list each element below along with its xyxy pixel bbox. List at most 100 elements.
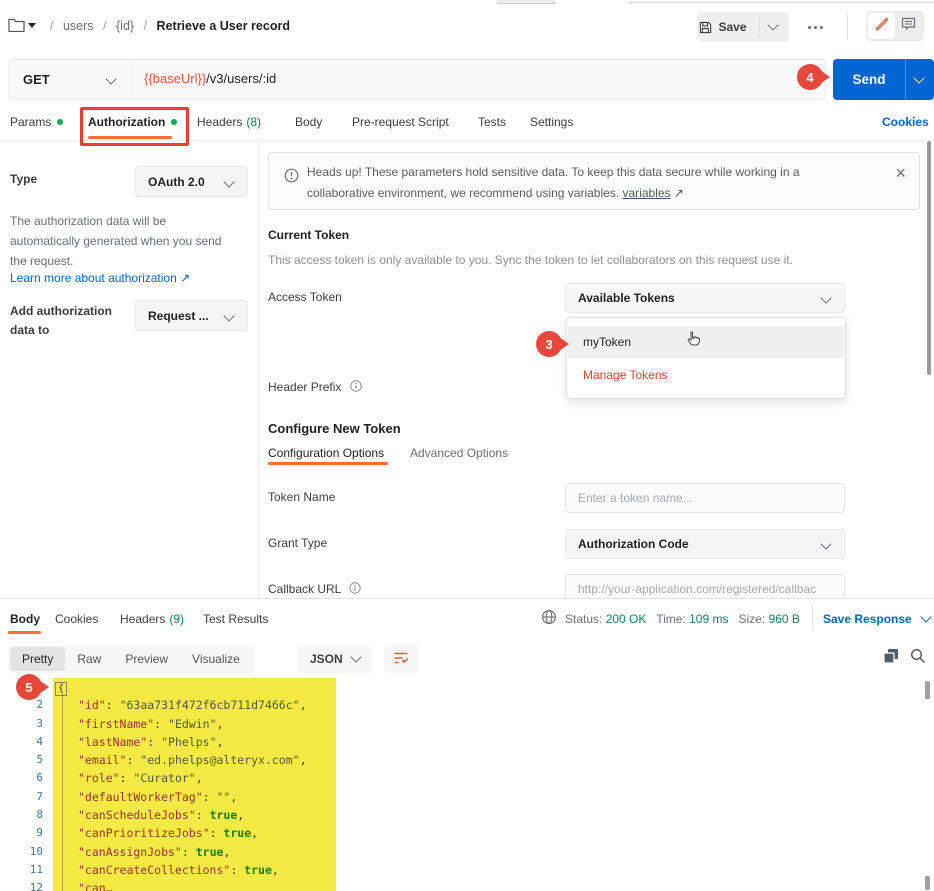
response-json-line: 11"canCreateCollections": true,: [0, 861, 934, 879]
tab-tests[interactable]: Tests: [478, 115, 506, 129]
wrap-lines-icon: [393, 650, 409, 669]
format-select[interactable]: JSON: [298, 645, 372, 673]
response-json-line: 12"can…: [0, 879, 934, 891]
available-tokens-select[interactable]: Available Tokens: [565, 283, 845, 313]
code-indent-guide: [62, 692, 63, 891]
view-tab-raw[interactable]: Raw: [65, 647, 113, 671]
tab-params[interactable]: Params: [10, 115, 63, 129]
copy-icon[interactable]: [883, 648, 899, 669]
response-panel-border: [0, 598, 934, 599]
response-tab-body[interactable]: Body: [10, 612, 40, 626]
response-meta: Status: 200 OK Time: 109 ms Size: 960 B: [565, 612, 800, 626]
response-meta-divider: [812, 606, 813, 631]
learn-more-link[interactable]: Learn more about authorization ↗: [10, 271, 190, 285]
token-dropdown-manage-tokens[interactable]: Manage Tokens: [568, 359, 844, 391]
folder-caret-icon[interactable]: [28, 23, 36, 28]
configuration-options-underline: [268, 462, 388, 465]
panel-divider: [258, 141, 259, 598]
pencil-icon: [874, 16, 889, 36]
breadcrumb: / users / {id} / Retrieve a User record: [44, 19, 290, 33]
callback-url-input[interactable]: [565, 574, 845, 598]
tab-headers[interactable]: Headers(8): [197, 115, 261, 129]
search-icon[interactable]: [910, 648, 926, 669]
method-chevron-icon: [105, 73, 116, 84]
globe-icon: [541, 609, 557, 630]
comment-button[interactable]: [895, 13, 922, 39]
response-json-line: 9"canPrioritizeJobs": true,: [0, 824, 934, 842]
tab-pre-request-script[interactable]: Pre-request Script: [352, 115, 449, 129]
tab-settings[interactable]: Settings: [530, 115, 573, 129]
response-json-line: 10"canAssignJobs": true,: [0, 843, 934, 861]
breadcrumb-separator: /: [50, 19, 53, 33]
format-chevron-icon: [350, 651, 361, 662]
folder-icon[interactable]: [8, 17, 25, 37]
response-scrollbar-thumb-bottom[interactable]: [925, 876, 930, 890]
response-scrollbar-thumb-top[interactable]: [925, 681, 930, 699]
annotation-step-4: 4: [797, 64, 823, 90]
tab-body[interactable]: Body: [295, 115, 322, 129]
banner-close-icon[interactable]: ×: [895, 163, 906, 184]
url-input[interactable]: {{baseUrl}}/v3/users/:id: [144, 71, 276, 86]
response-view-tabs: Pretty Raw Preview Visualize: [8, 645, 254, 673]
send-button-label: Send: [833, 72, 905, 87]
more-actions-button[interactable]: [798, 14, 832, 40]
save-response-button[interactable]: Save Response: [823, 612, 930, 626]
url-path: /v3/users/:id: [206, 71, 276, 86]
response-tab-headers[interactable]: Headers(9): [120, 612, 184, 626]
current-token-title: Current Token: [268, 228, 349, 242]
view-tab-visualize[interactable]: Visualize: [180, 647, 252, 671]
method-label: GET: [23, 72, 50, 87]
save-button-label: Save: [718, 20, 746, 34]
response-json-line: 6"role": "Curator",: [0, 769, 934, 787]
configure-new-token-title: Configure New Token: [268, 421, 401, 436]
status-value: 200 OK: [606, 612, 647, 626]
send-chevron-icon[interactable]: [913, 72, 924, 83]
token-name-label: Token Name: [268, 490, 335, 504]
response-json-line: 8"canScheduleJobs": true,: [0, 806, 934, 824]
method-select[interactable]: GET: [9, 60, 131, 99]
auth-type-select[interactable]: OAuth 2.0: [135, 166, 248, 197]
grant-type-select[interactable]: Authorization Code: [565, 529, 845, 559]
response-body-underline: [8, 631, 41, 634]
view-tab-preview[interactable]: Preview: [113, 647, 180, 671]
params-dot-icon: [57, 119, 63, 125]
send-button[interactable]: Send: [833, 59, 934, 100]
response-tab-test-results[interactable]: Test Results: [203, 612, 268, 626]
response-json-line: 1{: [0, 678, 934, 696]
breadcrumb-item-id[interactable]: {id}: [116, 19, 134, 33]
add-auth-chevron-icon: [223, 310, 234, 321]
url-bar: GET {{baseUrl}}/v3/users/:id: [8, 59, 826, 100]
token-name-field-wrap: [565, 483, 845, 513]
save-chevron-icon[interactable]: [767, 19, 778, 30]
toolbar-divider: [847, 13, 848, 40]
postman-request-screen: / users / {id} / Retrieve a User record …: [0, 0, 934, 891]
save-response-chevron-icon: [920, 611, 931, 622]
add-auth-data-select[interactable]: Request ...: [135, 300, 248, 331]
callback-url-field-wrap: [565, 574, 845, 598]
tab-configuration-options[interactable]: Configuration Options: [268, 446, 384, 460]
available-tokens-value: Available Tokens: [578, 291, 675, 305]
response-json-line: 4"lastName": "Phelps",: [0, 733, 934, 751]
auth-type-label: Type: [10, 172, 37, 186]
variables-link[interactable]: variables: [623, 186, 671, 200]
annotation-highlight-authorization: [80, 107, 189, 146]
save-button[interactable]: Save: [697, 12, 789, 42]
response-tab-cookies[interactable]: Cookies: [55, 612, 98, 626]
auth-description: The authorization data will be automatic…: [10, 211, 221, 271]
tab-advanced-options[interactable]: Advanced Options: [410, 446, 508, 460]
grant-type-value: Authorization Code: [578, 537, 689, 551]
wrap-lines-button[interactable]: [384, 645, 418, 673]
access-token-label: Access Token: [268, 290, 342, 304]
edit-button[interactable]: [868, 13, 895, 39]
view-tab-pretty[interactable]: Pretty: [10, 647, 65, 671]
cookies-link[interactable]: Cookies: [882, 115, 929, 129]
auth-type-chevron-icon: [223, 176, 234, 187]
grant-type-chevron-icon: [820, 538, 831, 549]
token-name-input[interactable]: [565, 483, 845, 513]
auth-scrollbar[interactable]: [927, 141, 931, 375]
add-auth-data-value: Request ...: [148, 309, 209, 323]
breadcrumb-item-users[interactable]: users: [63, 19, 94, 33]
response-body-viewer[interactable]: 1{2"id": "63aa731f472f6cb711d7466c",3"fi…: [0, 676, 934, 891]
token-dropdown-item-mytoken[interactable]: myToken: [568, 326, 844, 358]
send-split-divider: [905, 59, 906, 100]
